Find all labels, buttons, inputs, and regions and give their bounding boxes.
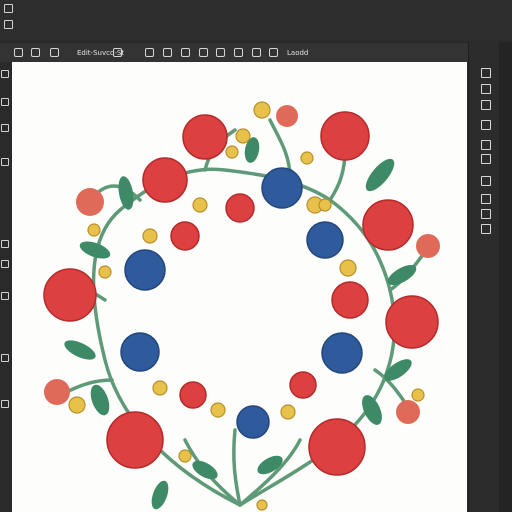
tool-label[interactable]: Laodd [287,48,308,58]
align-icon[interactable] [199,48,208,57]
text-tool-icon[interactable] [1,354,9,362]
swatches-icon[interactable] [481,154,491,164]
window-icon[interactable] [4,20,13,29]
square-icon[interactable] [145,48,154,57]
crop-tool-icon[interactable] [1,158,9,166]
lasso-tool-icon[interactable] [1,124,9,132]
channels-icon[interactable] [481,120,491,130]
panel-dock-strip [499,42,512,512]
document-canvas[interactable] [12,62,467,512]
paths-icon[interactable] [481,140,491,150]
toggle-icon[interactable] [50,48,59,57]
lock-icon[interactable] [163,48,172,57]
adjust-icon[interactable] [481,100,491,110]
history-icon[interactable] [481,84,491,94]
tool-preset-icon[interactable] [31,48,40,57]
grid-icon[interactable] [216,48,225,57]
left-toolbar [0,62,12,512]
settings-icon[interactable] [252,48,261,57]
brush-tool-icon[interactable] [1,240,9,248]
hand-tool-icon[interactable] [1,400,9,408]
brushes-icon[interactable] [481,209,491,219]
floral-wreath-artwork [43,101,440,511]
top-bar [0,0,512,40]
app-menu-icon[interactable] [4,4,13,13]
eraser-tool-icon[interactable] [1,292,9,300]
marquee-tool-icon[interactable] [1,98,9,106]
info-icon[interactable] [481,224,491,234]
option-icon[interactable] [113,48,122,57]
layers-icon[interactable] [481,68,491,78]
home-icon[interactable] [14,48,23,57]
properties-icon[interactable] [481,194,491,204]
move-tool-icon[interactable] [1,70,9,78]
mode-icon[interactable] [269,48,278,57]
link-icon[interactable] [181,48,190,57]
stamp-tool-icon[interactable] [1,260,9,268]
right-panel [468,42,512,512]
color-icon[interactable] [481,176,491,186]
options-bar: Edit-Suvcd-St Laodd [0,42,470,64]
frame-icon[interactable] [234,48,243,57]
